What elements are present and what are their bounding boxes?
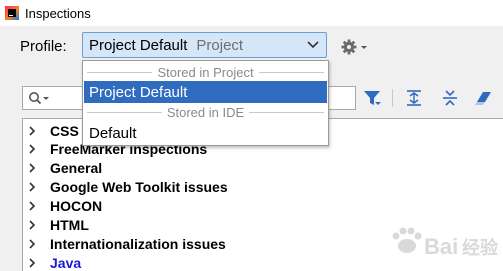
profile-selected-scope: Project xyxy=(196,36,244,54)
tree-item[interactable]: Google Web Toolkit issues xyxy=(23,177,503,196)
tree-item-label: HTML xyxy=(50,216,89,233)
dropdown-item-default[interactable]: Default xyxy=(84,122,327,144)
chevron-right-icon[interactable] xyxy=(27,143,37,154)
chevron-right-icon[interactable] xyxy=(27,238,37,249)
gear-icon[interactable] xyxy=(340,38,370,56)
filter-icon[interactable] xyxy=(362,88,382,108)
tree-item-label: General xyxy=(50,159,103,176)
tree-item-label: Java xyxy=(50,254,82,271)
svg-text:经验: 经验 xyxy=(462,237,499,259)
search-icon xyxy=(29,92,49,105)
group-header-project: Stored in Project xyxy=(83,63,328,81)
profile-selected-value: Project Default xyxy=(89,36,188,54)
toolbar-separator xyxy=(392,89,393,107)
tree-item-label: Internationalization issues xyxy=(50,235,226,252)
tree-item[interactable]: HOCON xyxy=(23,196,503,215)
dropdown-item-label: Default xyxy=(89,124,137,142)
reset-eraser-icon[interactable] xyxy=(474,88,494,108)
group-header-label: Stored in Project xyxy=(157,64,254,80)
group-header-label: Stored in IDE xyxy=(166,104,245,120)
expand-all-icon[interactable] xyxy=(404,88,424,108)
chevron-right-icon[interactable] xyxy=(27,257,37,268)
inspections-dialog: Inspections Profile: Project Default Pro… xyxy=(0,0,503,271)
tree-item[interactable]: General xyxy=(23,158,503,177)
profile-label: Profile: xyxy=(20,38,67,55)
chevron-right-icon[interactable] xyxy=(27,200,37,211)
window-title: Inspections xyxy=(25,5,91,21)
tree-item-label: CSS xyxy=(50,122,79,139)
chevron-right-icon[interactable] xyxy=(27,181,37,192)
profile-dropdown-popup: Stored in Project Project Default Stored… xyxy=(82,60,329,146)
title-bar: Inspections xyxy=(0,0,503,26)
dropdown-item-label: Project Default xyxy=(89,83,188,101)
svg-text:Bai: Bai xyxy=(424,234,458,259)
collapse-all-icon[interactable] xyxy=(440,88,460,108)
inspections-toolbar xyxy=(362,86,502,110)
group-header-ide: Stored in IDE xyxy=(83,103,328,121)
tree-item-label: HOCON xyxy=(50,197,103,214)
chevron-right-icon[interactable] xyxy=(27,162,37,173)
chevron-down-icon xyxy=(307,41,319,49)
chevron-right-icon[interactable] xyxy=(27,125,37,136)
profile-combo-box[interactable]: Project Default Project xyxy=(82,32,327,58)
baidu-jingyan-watermark: Bai 经验 xyxy=(392,227,499,259)
intellij-idea-icon xyxy=(5,6,19,20)
dropdown-item-project-default[interactable]: Project Default xyxy=(84,81,327,103)
tree-item-label: Google Web Toolkit issues xyxy=(50,178,228,195)
chevron-right-icon[interactable] xyxy=(27,219,37,230)
